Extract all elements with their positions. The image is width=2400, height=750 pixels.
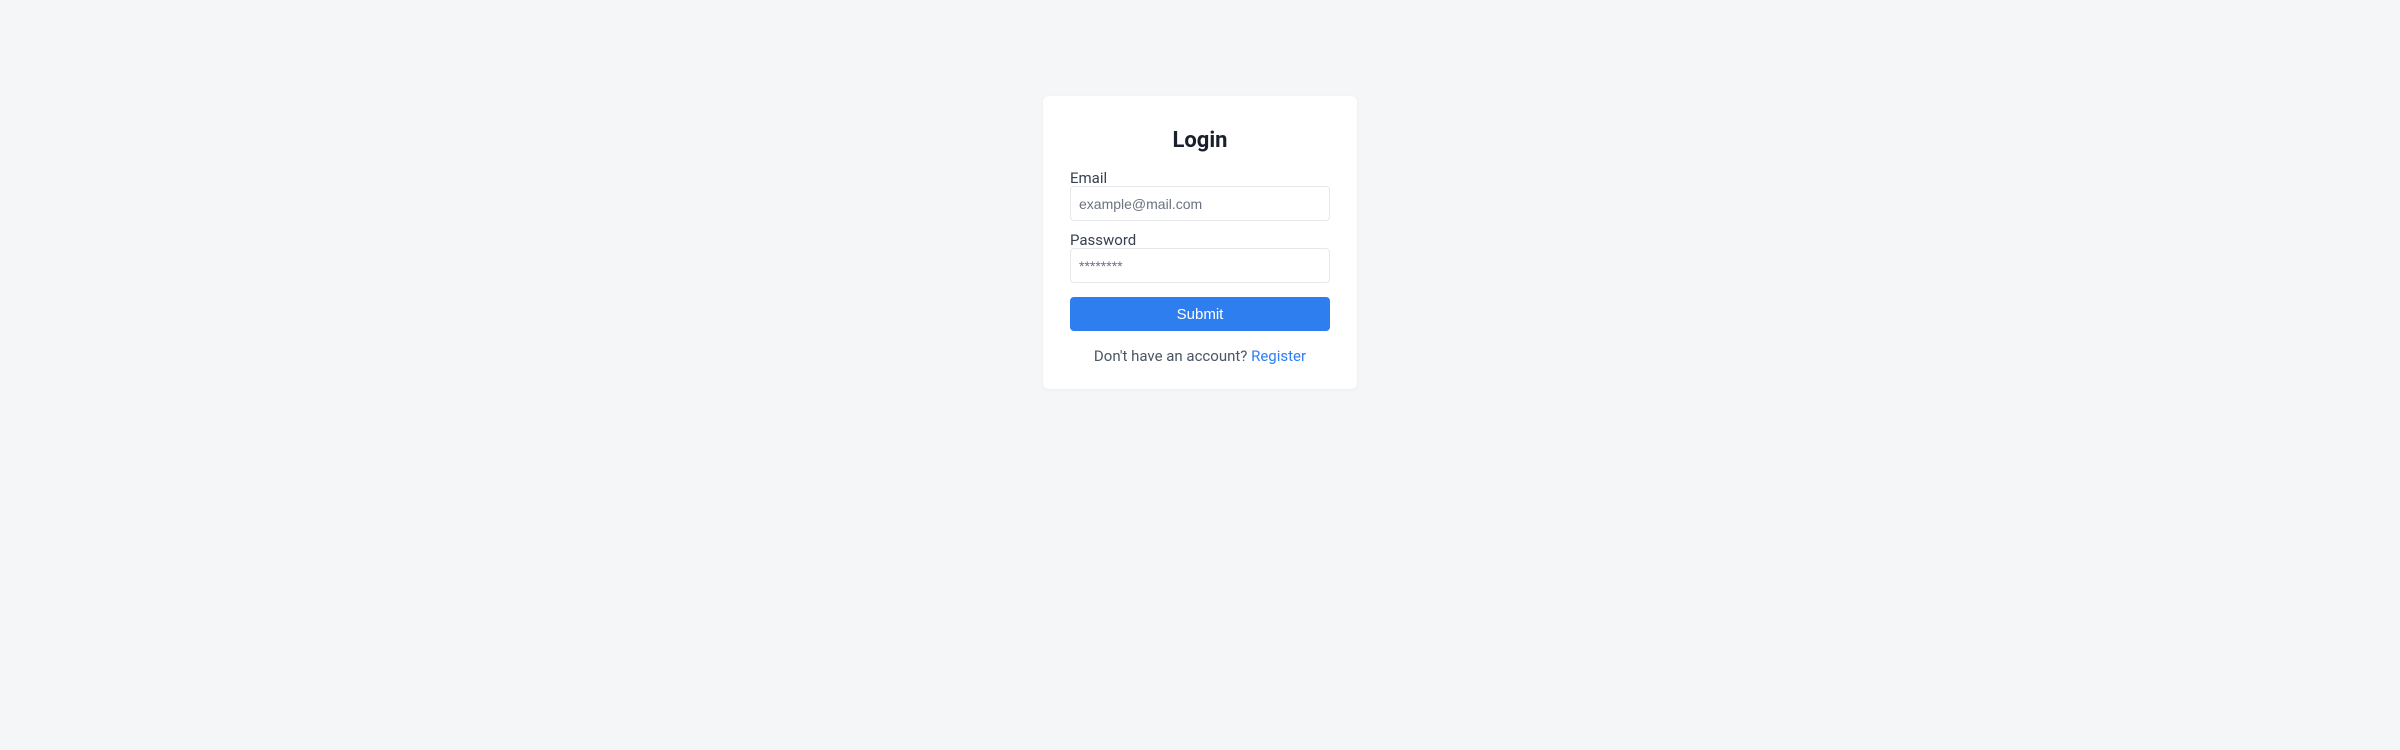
login-card: Login Email Password Submit Don't have a… xyxy=(1043,96,1357,389)
email-input[interactable] xyxy=(1070,186,1330,221)
email-label: Email xyxy=(1070,171,1330,186)
footer-prompt: Don't have an account? xyxy=(1094,347,1251,365)
footer-text: Don't have an account? Register xyxy=(1070,347,1330,365)
register-link[interactable]: Register xyxy=(1251,347,1306,365)
submit-button[interactable]: Submit xyxy=(1070,297,1330,331)
password-label: Password xyxy=(1070,233,1330,248)
card-title: Login xyxy=(1070,128,1330,153)
password-input[interactable] xyxy=(1070,248,1330,283)
password-group: Password xyxy=(1070,235,1330,283)
email-group: Email xyxy=(1070,173,1330,221)
